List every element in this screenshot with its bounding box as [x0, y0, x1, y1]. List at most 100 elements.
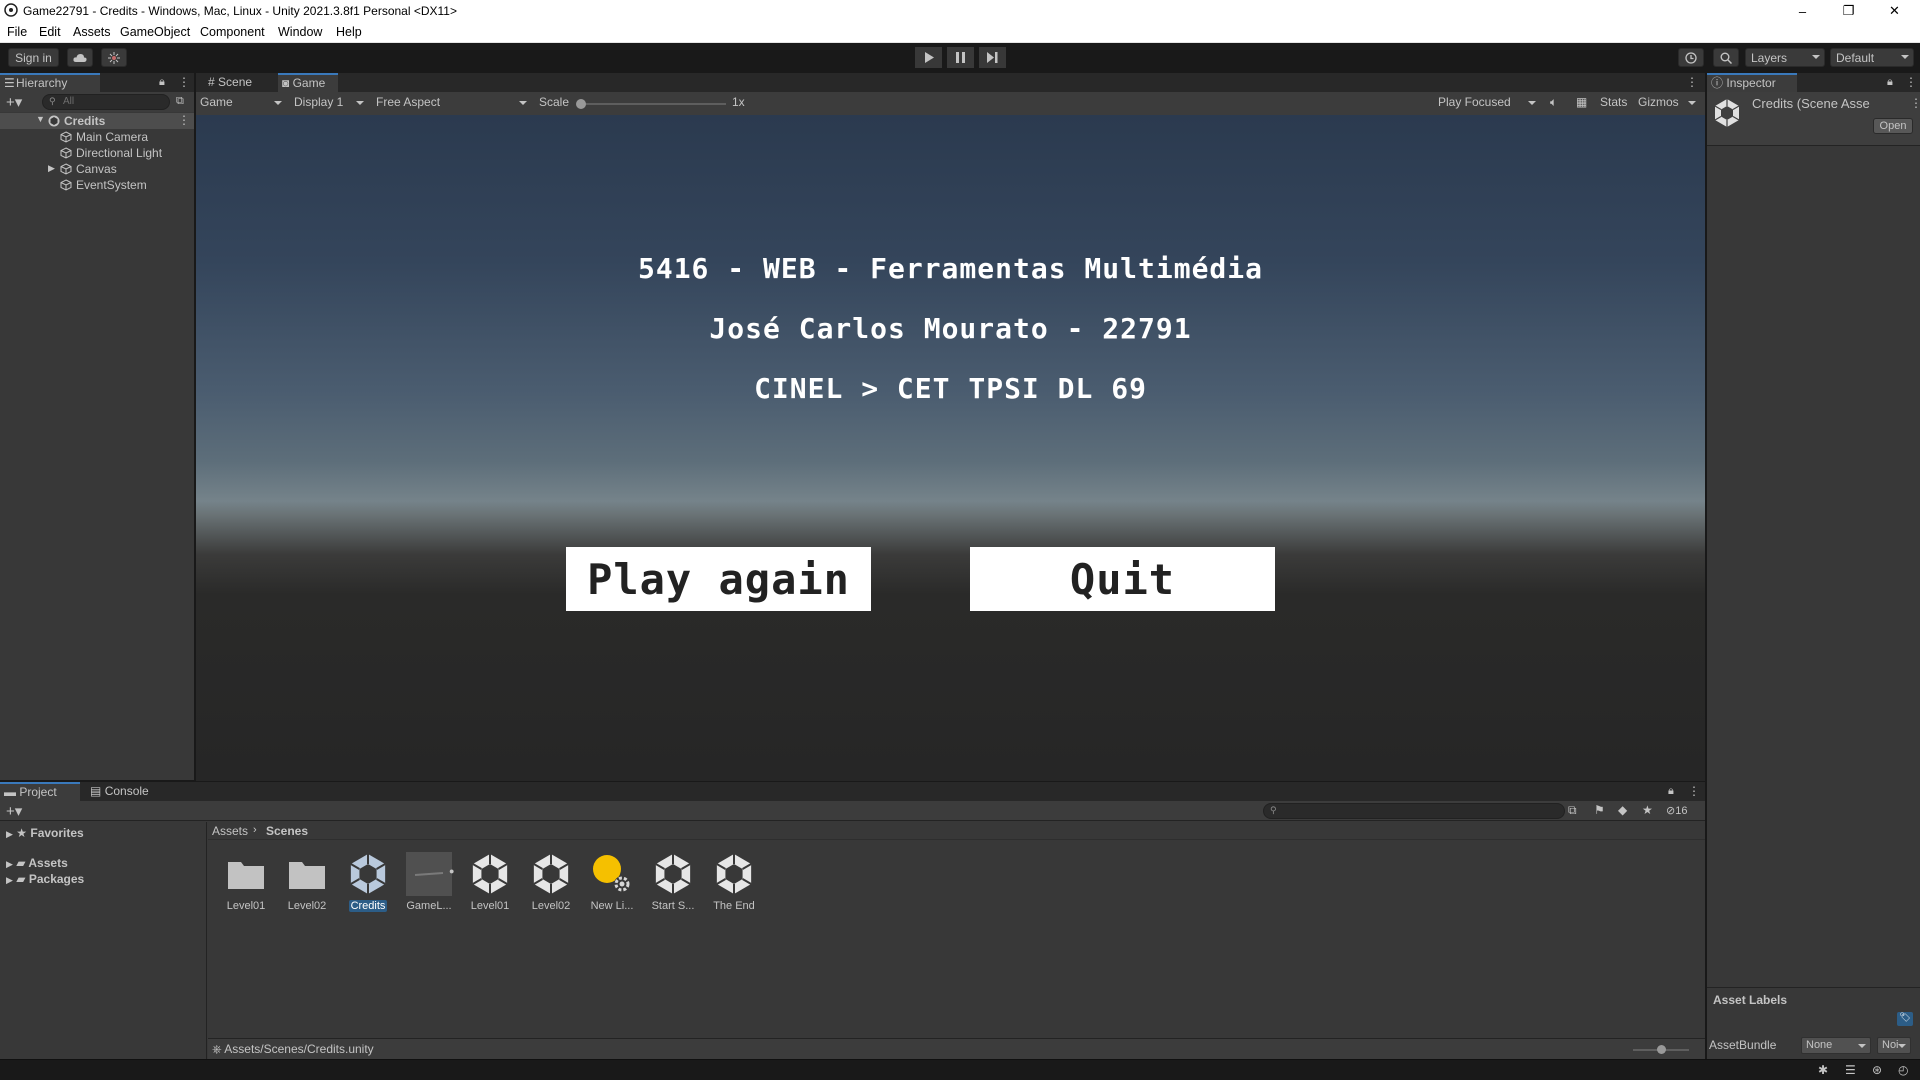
asset-bundle-dropdown[interactable]: None	[1801, 1037, 1871, 1054]
step-button[interactable]	[979, 47, 1006, 68]
display-dropdown[interactable]: Display 1	[294, 95, 368, 112]
gameobject-cube-icon	[60, 131, 72, 143]
more-options-icon[interactable]: ⋮	[1905, 75, 1917, 89]
scale-slider-handle[interactable]	[576, 99, 586, 109]
sign-in-button[interactable]: Sign in	[8, 48, 59, 67]
lock-icon[interactable]: 🔒︎	[1887, 76, 1893, 89]
menu-help[interactable]: Help	[336, 25, 362, 39]
hierarchy-item[interactable]: Canvas	[60, 162, 117, 176]
gizmos-label: Gizmos	[1638, 95, 1679, 109]
progress-icon[interactable]: ☰	[1845, 1063, 1856, 1077]
hierarchy-item[interactable]: Directional Light	[60, 146, 162, 160]
layout-dropdown[interactable]: Default	[1830, 48, 1914, 67]
game-mode-dropdown[interactable]: Game	[200, 95, 286, 112]
breadcrumb-assets[interactable]: Assets	[212, 824, 248, 838]
minimize-button[interactable]: –	[1780, 0, 1825, 22]
asset-item-selected[interactable]: Credits	[339, 852, 397, 912]
tab-scene[interactable]: # Scene	[204, 73, 264, 92]
expand-arrow-icon[interactable]: ▶	[48, 163, 55, 174]
menu-edit[interactable]: Edit	[39, 25, 61, 39]
lock-icon[interactable]: 🔒︎	[1668, 785, 1674, 798]
asset-item[interactable]: The End	[705, 852, 763, 912]
asset-item[interactable]: Level02	[522, 852, 580, 912]
asset-item[interactable]: Level01	[217, 852, 275, 912]
menu-assets[interactable]: Assets	[73, 25, 111, 39]
hierarchy-tab-label: Hierarchy	[16, 76, 68, 90]
prefab-expand-icon[interactable]: ●	[449, 866, 454, 876]
scene-row[interactable]: ▼ Credits ⋮	[0, 113, 194, 129]
expand-arrow-icon[interactable]: ▼	[36, 114, 45, 124]
gizmos-dropdown[interactable]: Gizmos	[1638, 95, 1700, 112]
favorite-star-icon[interactable]: ★	[1642, 803, 1653, 817]
filter-icon[interactable]: ⚑	[1594, 803, 1605, 817]
search-button[interactable]	[1713, 48, 1739, 67]
tree-packages[interactable]: ▶ ▰ Packages	[6, 872, 84, 886]
auto-generate-lighting-icon[interactable]: ◴	[1898, 1063, 1908, 1077]
more-options-icon[interactable]: ⋮	[1910, 96, 1920, 110]
history-button[interactable]	[1678, 48, 1704, 67]
tab-console[interactable]: ▤ Console	[86, 782, 166, 801]
play-again-button[interactable]: Play again	[566, 547, 871, 611]
asset-item[interactable]: New Li...	[583, 852, 641, 912]
scene-more-icon[interactable]: ⋮	[178, 113, 190, 127]
mute-audio-icon[interactable]: 🔈︎	[1550, 95, 1557, 110]
hierarchy-search-input[interactable]: ⚲ All	[42, 94, 170, 110]
open-button[interactable]: Open	[1873, 118, 1913, 134]
label-tag-icon[interactable]: 🏷︎	[1897, 1012, 1913, 1026]
project-tabstrip: ▬ Project ▤ Console 🔒︎ ⋮	[0, 782, 1705, 801]
asset-variant-dropdown[interactable]: Noi	[1877, 1037, 1911, 1054]
aspect-dropdown[interactable]: Free Aspect	[376, 95, 531, 112]
display-label: Display 1	[294, 95, 344, 109]
hidden-packages-toggle[interactable]: ⊘16	[1666, 804, 1687, 817]
asset-item[interactable]: ● GameL...	[400, 852, 458, 912]
hierarchy-item[interactable]: Main Camera	[60, 130, 148, 144]
more-options-icon[interactable]: ⋮	[1688, 784, 1700, 798]
more-options-icon[interactable]: ⋮	[178, 75, 190, 89]
icon-size-slider-handle[interactable]	[1657, 1045, 1666, 1054]
more-options-icon[interactable]: ⋮	[1686, 75, 1698, 89]
menu-component[interactable]: Component	[200, 25, 265, 39]
create-asset-button[interactable]: +▾	[6, 802, 22, 820]
asset-label: Level01	[226, 900, 266, 912]
cache-server-icon[interactable]: ⊛	[1872, 1063, 1882, 1077]
tree-packages-label: Packages	[28, 872, 85, 886]
quit-button[interactable]: Quit	[970, 547, 1275, 611]
tree-assets[interactable]: ▶ ▰ Assets	[6, 856, 68, 870]
scene-visibility-icon[interactable]: ⧉	[176, 95, 184, 108]
asset-item[interactable]: Start S...	[644, 852, 702, 912]
breadcrumb-scenes[interactable]: Scenes	[266, 824, 308, 838]
pause-button[interactable]	[947, 47, 974, 68]
collab-button[interactable]	[101, 48, 127, 67]
icon-size-slider[interactable]	[1633, 1045, 1689, 1054]
tab-hierarchy[interactable]: ☰Hierarchy	[0, 73, 100, 92]
stats-button[interactable]: Stats	[1600, 95, 1627, 109]
add-object-button[interactable]: +▾	[6, 93, 22, 111]
debug-icon[interactable]: ✱	[1818, 1063, 1828, 1077]
label-icon[interactable]: ◆	[1618, 803, 1627, 817]
scale-slider[interactable]	[576, 99, 726, 109]
scene-label: Credits	[64, 114, 106, 128]
asset-item[interactable]: Level01	[461, 852, 519, 912]
game-view[interactable]: 5416 - WEB - Ferramentas Multimédia José…	[196, 115, 1705, 781]
layers-dropdown[interactable]: Layers	[1745, 48, 1825, 67]
tree-favorites[interactable]: ▶ ★ Favorites	[6, 826, 84, 840]
project-search-input[interactable]: ⚲	[1263, 803, 1565, 819]
search-by-type-icon[interactable]: ⧉	[1568, 803, 1577, 818]
stats-grid-icon[interactable]: ▦	[1576, 95, 1587, 109]
menu-file[interactable]: File	[7, 25, 27, 39]
tab-inspector[interactable]: ⓘ Inspector	[1707, 73, 1797, 92]
maximize-button[interactable]: ❐	[1826, 0, 1871, 22]
menu-gameobject[interactable]: GameObject	[120, 25, 190, 39]
play-button[interactable]	[915, 47, 942, 68]
tab-game[interactable]: ◙ Game	[278, 73, 338, 92]
tab-project[interactable]: ▬ Project	[0, 782, 80, 801]
asset-item[interactable]: Level02	[278, 852, 336, 912]
close-button[interactable]: ✕	[1872, 0, 1917, 22]
lock-icon[interactable]: 🔒︎	[159, 76, 165, 89]
hierarchy-item[interactable]: EventSystem	[60, 178, 147, 192]
cloud-button[interactable]	[67, 48, 93, 67]
footer-path: ⎈ Assets/Scenes/Credits.unity	[212, 1042, 374, 1057]
menu-window[interactable]: Window	[278, 25, 322, 39]
menu-bar: File Edit Assets GameObject Component Wi…	[0, 22, 1920, 43]
play-mode-dropdown[interactable]: Play Focused	[1438, 95, 1540, 112]
